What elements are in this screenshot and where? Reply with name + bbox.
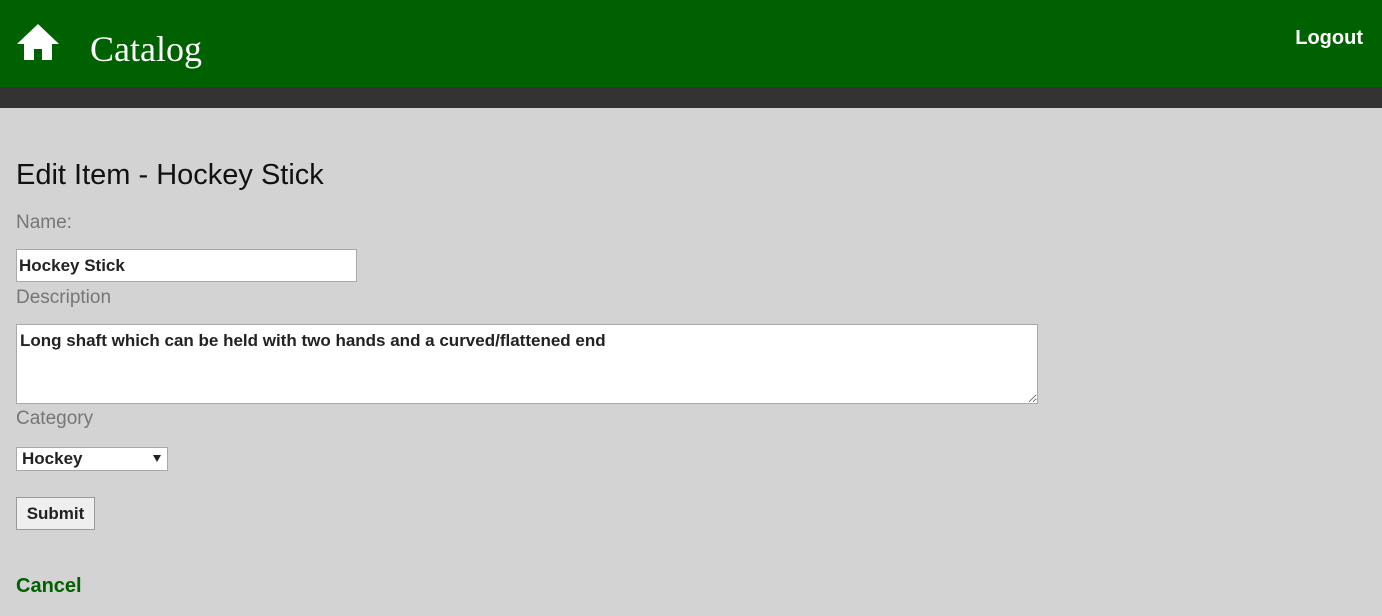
logout-link[interactable]: Logout	[1295, 26, 1363, 50]
category-label: Category	[16, 408, 94, 429]
home-icon	[16, 22, 60, 64]
category-select[interactable]: Hockey	[16, 447, 168, 471]
top-navbar: Catalog Logout	[0, 0, 1382, 87]
home-link[interactable]	[16, 22, 60, 64]
name-label: Name:	[16, 212, 72, 233]
dropdown-arrow-icon	[153, 455, 161, 462]
description-textarea[interactable]: Long shaft which can be held with two ha…	[16, 324, 1038, 404]
submit-button[interactable]: Submit	[16, 497, 95, 530]
brand-title[interactable]: Catalog	[90, 27, 202, 71]
page-title: Edit Item - Hockey Stick	[16, 159, 324, 191]
category-selected-value: Hockey	[22, 449, 83, 468]
cancel-link[interactable]: Cancel	[16, 574, 82, 598]
name-input[interactable]	[16, 249, 357, 282]
description-label: Description	[16, 287, 112, 308]
subheader-bar	[0, 87, 1382, 108]
